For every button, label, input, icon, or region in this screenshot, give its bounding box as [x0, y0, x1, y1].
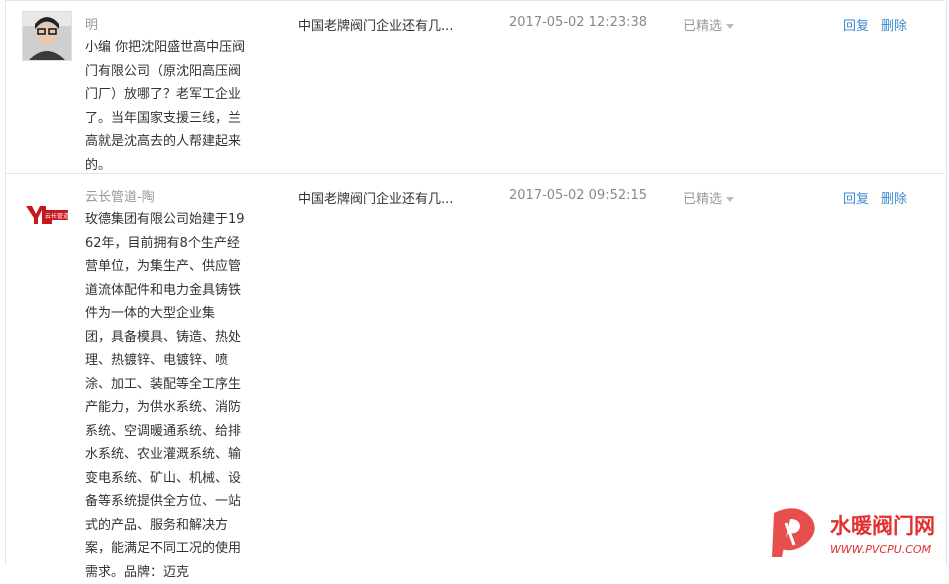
- logo-text: 云长管道: [45, 212, 69, 220]
- delete-button[interactable]: 删除: [881, 188, 907, 207]
- featured-status-dropdown[interactable]: 已精选: [683, 15, 735, 34]
- comment-author: 明: [85, 18, 99, 33]
- site-watermark: 水暖阀门网 WWW.PVCPU.COM: [768, 505, 948, 563]
- featured-status-label: 已精选: [683, 19, 723, 34]
- reply-button[interactable]: 回复: [843, 188, 869, 207]
- caret-down-icon: [726, 24, 735, 29]
- delete-button[interactable]: 删除: [881, 15, 907, 34]
- article-title-link[interactable]: 中国老牌阀门企业还有几...: [298, 188, 453, 207]
- company-logo-icon: 云长管道: [22, 188, 70, 236]
- comment-time: 2017-05-02 12:23:38: [509, 15, 648, 30]
- comment-time: 2017-05-02 09:52:15: [509, 188, 648, 203]
- watermark-logo-icon: 水暖阀门网 WWW.PVCPU.COM: [772, 508, 935, 557]
- featured-status-label: 已精选: [683, 192, 723, 207]
- comment-author: 云长管道-陶: [85, 190, 155, 205]
- comment-content: 小编 你把沈阳盛世高中压阀 门有限公司（原沈阳高压阀 门厂）放哪了？老军工企业 …: [85, 40, 246, 173]
- avatar[interactable]: [22, 11, 72, 61]
- avatar[interactable]: 云长管道: [22, 188, 70, 236]
- watermark-name: 水暖阀门网: [830, 514, 935, 538]
- comment-row: 明 小编 你把沈阳盛世高中压阀 门有限公司（原沈阳高压阀 门厂）放哪了？老军工企…: [5, 0, 945, 174]
- user-avatar-icon: [23, 12, 71, 60]
- comment-content: 玫德集团有限公司始建于19 62年，目前拥有8个生产经 营单位，为集生产、供应管…: [85, 212, 245, 580]
- watermark-url: WWW.PVCPU.COM: [830, 543, 932, 556]
- reply-button[interactable]: 回复: [843, 15, 869, 34]
- featured-status-dropdown[interactable]: 已精选: [683, 188, 735, 207]
- caret-down-icon: [726, 197, 735, 202]
- article-title-link[interactable]: 中国老牌阀门企业还有几...: [298, 15, 453, 34]
